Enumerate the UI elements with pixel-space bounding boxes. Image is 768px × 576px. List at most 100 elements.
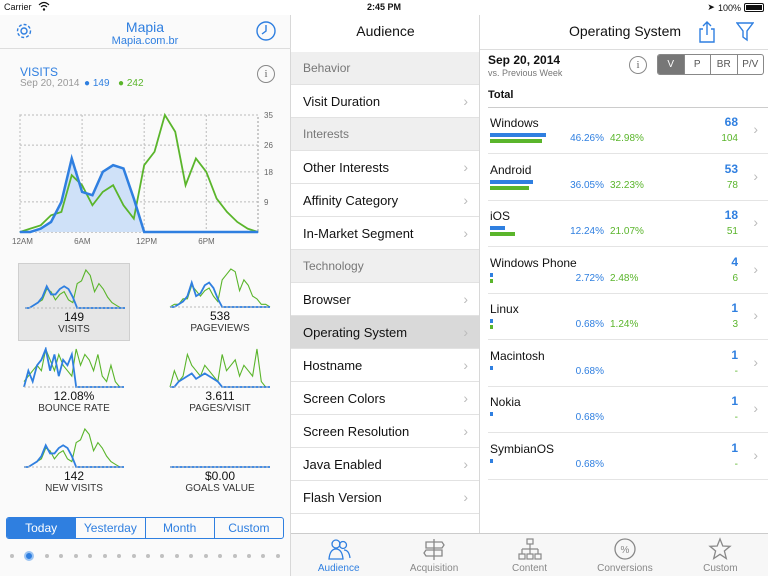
os-name: SymbianOS [490,441,555,456]
tab-audience[interactable]: Audience [291,534,386,576]
count-current: 1 [731,347,738,362]
metric-tile-pages-per-visit[interactable]: 3.611 PAGES/VISIT [164,343,276,421]
chevron-right-icon: › [753,353,758,370]
tab-label: Audience [317,563,360,574]
tab-custom[interactable]: Custom [673,534,768,576]
data-point-current [81,191,83,193]
x-tick-label: 12PM [136,237,157,246]
status-bar: Carrier 2:45 PM ➤ 100% [0,0,768,15]
data-point-current [112,164,114,166]
metric-value: 538 [209,309,231,323]
bar-current [490,272,494,277]
segment-yesterday[interactable]: Yesterday [75,518,144,538]
menu-item-operating-system[interactable]: Operating System › [291,316,479,349]
segment-pageviews[interactable]: P [683,55,711,74]
app-title[interactable]: Mapia [60,19,230,35]
bar-current [490,226,505,230]
x-tick-label: 6AM [74,237,91,246]
menu-item-other-interests[interactable]: Other Interests › [291,151,479,184]
os-name: Nokia [490,395,521,409]
gear-icon[interactable] [14,21,34,41]
metric-tile-bounce-rate[interactable]: 12.08% BOUNCE RATE [18,343,130,421]
data-point-previous [102,191,104,193]
svg-text:%: % [620,545,629,556]
segment-bounce-rate[interactable]: BR [710,55,737,74]
segment-month[interactable]: Month [144,518,214,538]
info-icon[interactable]: i [629,56,647,74]
menu-item-screen-resolution[interactable]: Screen Resolution › [291,415,479,448]
y-tick-label: 26 [264,141,273,150]
chevron-right-icon: › [463,423,468,439]
segment-pages-per-visit[interactable]: P/V [736,55,764,74]
metric-label: BOUNCE RATE [38,403,110,414]
segment-today[interactable]: Today [7,518,76,538]
info-icon[interactable]: i [257,65,275,83]
y-tick-label: 18 [264,168,273,177]
percent-current: 0.68% [575,412,604,423]
x-tick-label: 6PM [198,237,215,246]
sparkline [169,348,270,388]
share-icon[interactable] [698,21,716,43]
date-range-segmented-control[interactable]: Today Yesterday Month Custom [6,517,284,539]
metric-tile-goals-value[interactable]: $0.00 GOALS VALUE [164,423,276,501]
data-point-previous [195,157,197,160]
menu-item-in-market-segment[interactable]: In-Market Segment › [291,217,479,250]
bar-current [490,133,546,137]
data-point-current [40,228,42,230]
menu-item-visit-duration[interactable]: Visit Duration › [291,85,479,118]
tab-acquisition[interactable]: Acquisition [386,534,481,576]
chevron-right-icon: › [753,260,758,277]
table-row[interactable]: SymbianOS 0.68% 1 - › [488,434,768,480]
segment-custom[interactable]: Custom [213,518,283,538]
metric-value: 149 [63,310,85,324]
table-row[interactable]: Android 36.05% 32.23% 53 78 › [488,155,768,201]
table-row[interactable]: Nokia 0.68% 1 - › [488,387,768,433]
os-name: Windows [490,116,539,130]
filter-icon[interactable] [736,22,754,42]
menu-item-hostname[interactable]: Hostname › [291,349,479,382]
metric-segmented-control[interactable]: V P BR P/V [657,54,764,75]
header-divider [0,48,291,49]
table-row[interactable]: iOS 12.24% 21.07% 18 51 › [488,201,768,247]
menu-item-java-enabled[interactable]: Java Enabled › [291,448,479,481]
metric-tile-pageviews[interactable]: 538 PAGEVIEWS [164,263,276,341]
x-tick-label: 12AM [12,237,33,246]
sparkline [169,268,271,308]
app-subtitle[interactable]: Mapia.com.br [60,35,230,47]
count-current: 1 [731,394,738,408]
menu-item-screen-colors[interactable]: Screen Colors › [291,382,479,415]
percent-current: 0.68% [575,458,604,470]
menu-item-browser[interactable]: Browser › [291,283,479,316]
percent-previous: 42.98% [610,133,644,144]
table-row[interactable]: Linux 0.68% 1.24% 1 3 › [488,294,768,340]
tab-label: Content [512,563,548,574]
data-point-current [226,231,228,233]
chevron-right-icon: › [753,307,758,323]
table-row[interactable]: Macintosh 0.68% 1 - › [488,341,768,387]
metric-tile-new-visits[interactable]: 142 NEW VISITS [18,423,130,501]
status-right: ➤ 100% [707,2,764,13]
metric-tile-visits[interactable]: 149 VISITS [18,263,130,341]
data-point-current [102,171,104,173]
menu-item-affinity-category[interactable]: Affinity Category › [291,184,479,217]
menu-item-flash-version[interactable]: Flash Version › [291,481,479,514]
tab-conversions[interactable]: % Conversions [577,534,672,576]
data-point-current [257,231,259,233]
percent-previous: 2.48% [610,272,639,284]
sparkline-current [24,443,124,468]
sparkline [25,268,125,309]
history-icon[interactable] [255,20,277,42]
visits-chart[interactable]: 35 26 18 9 12AM 6AM 12PM 6PM [8,107,286,247]
total-label: Total [488,89,514,101]
table-row[interactable]: Windows 46.26% 42.98% 68 104 › [488,108,768,154]
data-point-previous [216,197,218,200]
segment-visits[interactable]: V [658,55,684,74]
data-point-previous [153,151,156,153]
chevron-right-icon: › [463,390,468,406]
page-indicator[interactable] [10,551,280,561]
bar-current [490,179,534,184]
tab-content[interactable]: Content [482,534,577,576]
table-row[interactable]: Windows Phone 2.72% 2.48% 4 6 › [488,248,768,294]
count-current: 53 [724,161,738,176]
dashboard-panel: Mapia Mapia.com.br VISITS Sep 20, 2014 ●… [0,15,291,576]
